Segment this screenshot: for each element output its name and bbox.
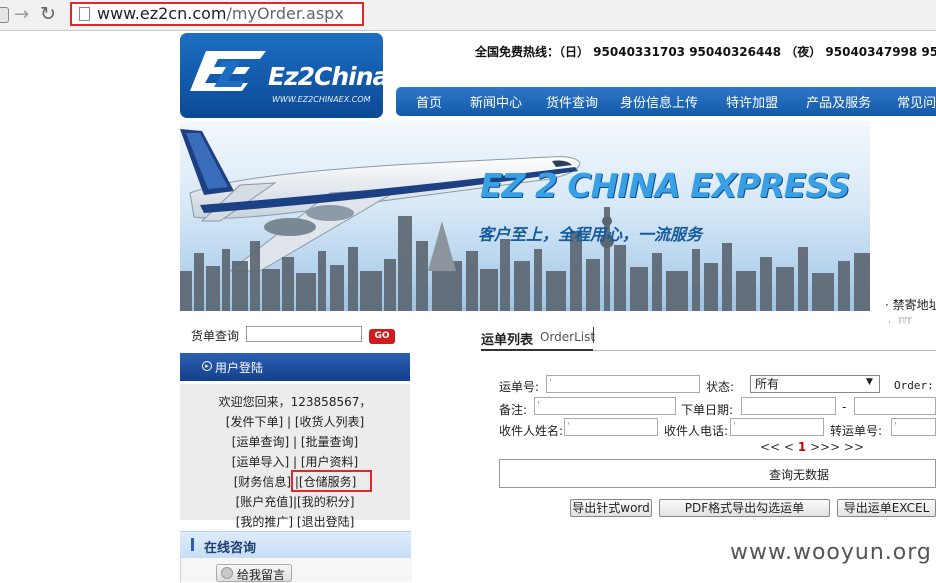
waybill-input[interactable]: ' — [546, 375, 700, 393]
waybill-label: 运单号: — [499, 380, 540, 394]
status-select[interactable]: 所有 — [750, 375, 880, 393]
export-pdf-button[interactable]: PDF格式导出勾选运单 — [659, 499, 830, 517]
welcome-text: 欢迎您回来，123858567， — [218, 395, 372, 409]
user-links-row-5[interactable]: [账户充值]|[我的积分] — [180, 493, 410, 510]
forward-icon[interactable]: → — [14, 4, 29, 25]
back-button[interactable] — [0, 7, 9, 23]
reload-icon[interactable]: ↻ — [40, 3, 56, 25]
user-links-row-3[interactable]: [运单导入] | [用户资料] — [180, 453, 410, 470]
section-marker-icon — [191, 538, 194, 551]
logo-url: WWW.EZ2CHINAEX.COM — [272, 95, 371, 104]
export-word-button[interactable]: 导出针式word — [570, 499, 652, 517]
nav-tracking[interactable]: 货件查询 — [546, 92, 598, 111]
order-date-label: 下单日期: — [681, 403, 734, 417]
notice-link-2[interactable]: · 『『『 — [888, 315, 912, 328]
warehouse-highlight-box — [291, 470, 372, 492]
notice-link[interactable]: · 禁寄地址 — [885, 296, 936, 313]
leave-message-label: 给我留言 — [237, 568, 286, 582]
waybill-search-input[interactable] — [246, 326, 362, 342]
site-logo[interactable]: Ez2China速达 WWW.EZ2CHINAEX.COM — [180, 33, 383, 118]
nav-products[interactable]: 产品及服务 — [806, 92, 871, 111]
message-icon — [221, 567, 233, 579]
remark-input[interactable]: ' — [534, 397, 676, 415]
nav-news[interactable]: 新闻中心 — [470, 92, 522, 111]
date-separator: - — [842, 400, 847, 414]
text-cursor — [593, 327, 594, 343]
tab-orderlist[interactable]: 运单列表 — [481, 329, 533, 348]
user-login-title: 用户登陆 — [215, 361, 264, 375]
user-links-row-6[interactable]: [我的推广] [退出登陆] — [180, 513, 410, 530]
query-result-text: 查询无数据 — [768, 468, 829, 482]
logo-e-icon — [190, 51, 266, 91]
nav-franchise[interactable]: 特许加盟 — [726, 92, 778, 111]
dropdown-arrow-icon[interactable]: ▼ — [866, 377, 873, 387]
url-path: /myOrder.aspx — [226, 4, 344, 23]
tab-orderlist-sub: OrderList — [540, 330, 596, 344]
pager-next[interactable]: >>> >> — [810, 440, 864, 454]
receiver-phone-label: 收件人电话: — [664, 424, 729, 438]
receiver-phone-input[interactable]: ' — [730, 418, 824, 436]
airplane-skyline-illustration — [180, 129, 870, 311]
transfer-number-label: 转运单号: — [830, 424, 883, 438]
date-from-input[interactable] — [741, 397, 836, 415]
order-label: Order: — [894, 379, 934, 392]
status-label: 状态: — [706, 380, 735, 394]
main-nav: 首页 新闻中心 货件查询 身份信息上传 特许加盟 产品及服务 常见问题 — [396, 87, 936, 116]
pager-prev[interactable]: << < — [760, 440, 794, 454]
receiver-name-label: 收件人姓名: — [499, 424, 564, 438]
user-links-row-2[interactable]: [运单查询] | [批量查询] — [180, 433, 410, 450]
go-button[interactable]: GO — [369, 329, 395, 344]
transfer-number-input[interactable]: ' — [891, 418, 936, 436]
online-consult-title: 在线咨询 — [204, 541, 257, 556]
user-links-row-1[interactable]: [发件下单] | [收货人列表] — [180, 413, 410, 430]
pagination: << < 1 >>> >> — [760, 440, 864, 454]
remark-label: 备注: — [499, 403, 528, 417]
pager-current: 1 — [797, 440, 807, 454]
arrow-circle-icon: ▸ — [202, 361, 212, 371]
banner-slogan-en: EZ 2 CHINA EXPRESS — [480, 166, 851, 205]
watermark-text: www.wooyun.org — [730, 540, 932, 565]
nav-id-upload[interactable]: 身份信息上传 — [620, 92, 698, 111]
date-to-input[interactable] — [854, 397, 936, 415]
receiver-name-input[interactable]: ' — [564, 418, 658, 436]
online-consult-body — [180, 558, 412, 582]
url-text[interactable]: www.ez2cn.com/myOrder.aspx — [97, 4, 344, 23]
leave-message-button[interactable]: 给我留言 — [216, 564, 292, 582]
hero-banner: EZ 2 CHINA EXPRESS 客户至上，全程用心，一流服务 — [180, 121, 870, 311]
logo-text: Ez2China速达 — [268, 62, 383, 91]
tab-active-underline — [481, 349, 593, 351]
waybill-search-label: 货单查询 — [191, 329, 240, 343]
nav-faq[interactable]: 常见问题 — [897, 92, 936, 111]
nav-home[interactable]: 首页 — [416, 92, 442, 111]
page-icon — [79, 7, 90, 21]
banner-slogan-cn: 客户至上，全程用心，一流服务 — [478, 225, 703, 244]
url-domain: www.ez2cn.com — [97, 4, 227, 23]
export-excel-button[interactable]: 导出运单EXCEL — [837, 499, 936, 517]
hotline-text: 全国免费热线：（日） 95040331703 95040326448 （夜） 9… — [475, 45, 936, 59]
